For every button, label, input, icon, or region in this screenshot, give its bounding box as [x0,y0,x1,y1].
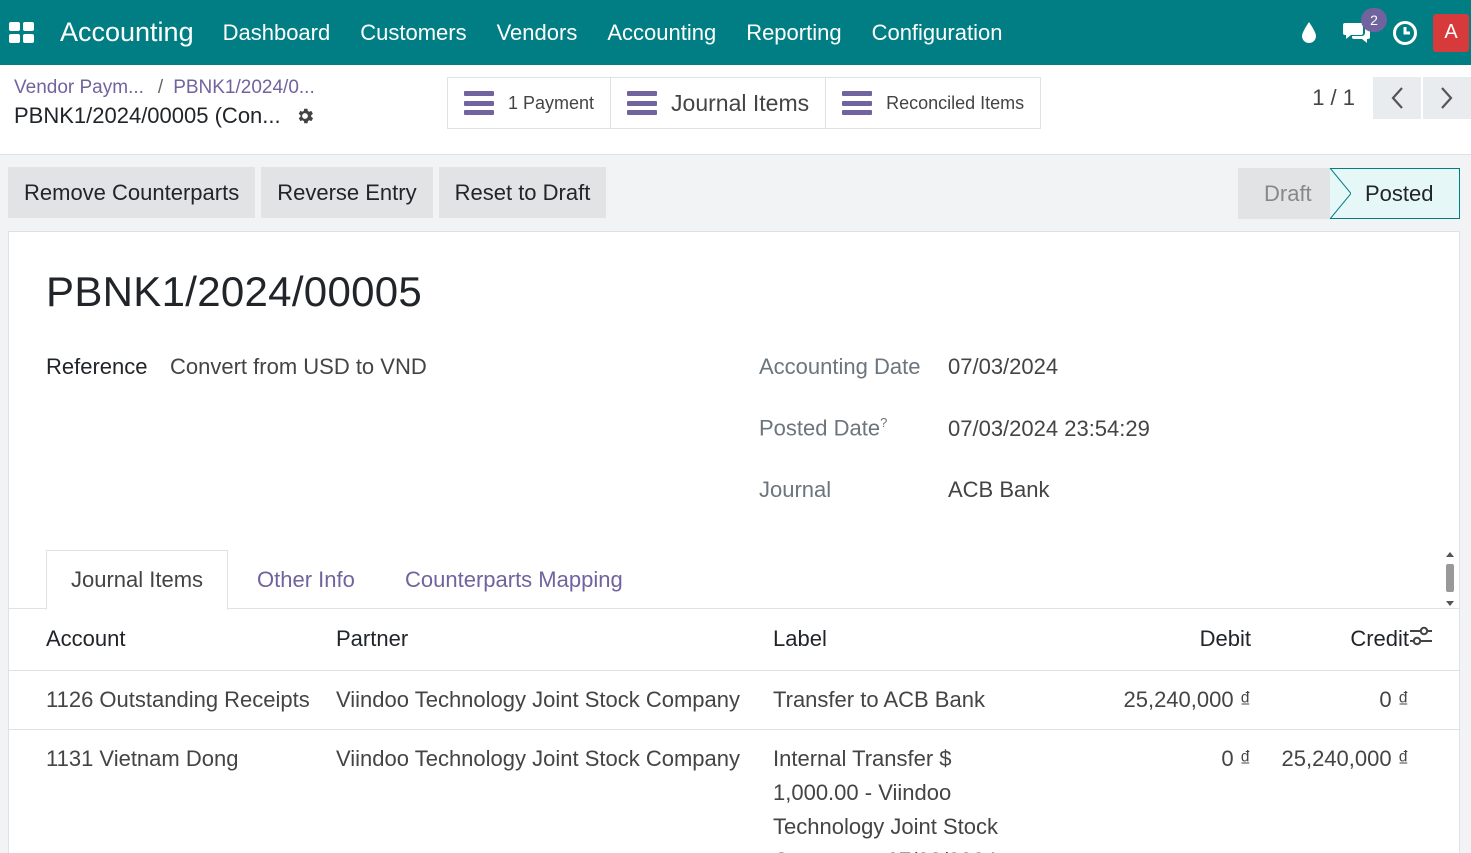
tab-journal-items[interactable]: Journal Items [46,550,229,610]
chevron-left-icon [1391,87,1403,109]
tabs-scrollbar[interactable] [1445,550,1455,606]
payment-smart-button-label: 1 Payment [508,92,595,113]
menu-reporting[interactable]: Reporting [746,20,841,46]
table-row[interactable]: 1131 Vietnam Dong Viindoo Technology Joi… [9,729,1459,853]
pager-value[interactable]: 1 / 1 [1312,85,1355,111]
table-header-row: Account Partner Label Debit Credit [9,609,1459,671]
form-sheet: PBNK1/2024/00005 Reference Convert from … [8,231,1460,853]
pager: 1 / 1 [1312,77,1471,119]
cell-debit[interactable]: 25,240,000 ₫ [1043,670,1251,730]
journal-items-smart-button[interactable]: Journal Items [611,78,827,128]
breadcrumb-parent-link[interactable]: Vendor Paym... [14,77,144,98]
cell-account[interactable]: 1131 Vietnam Dong [9,729,336,853]
optional-columns-toggle[interactable] [1409,609,1459,671]
journal-items-table: Account Partner Label Debit Credit 1126 … [9,609,1459,853]
status-draft[interactable]: Draft [1238,168,1330,219]
top-navbar: Accounting Dashboard Customers Vendors A… [0,0,1471,65]
breadcrumb: Vendor Paym... / PBNK1/2024/0... [14,77,315,99]
smart-buttons: 1 Payment Journal Items Reconciled Items [447,77,1042,129]
sliders-icon [1410,627,1432,646]
cell-partner[interactable]: Viindoo Technology Joint Stock Company [336,729,773,853]
tab-counterparts-mapping[interactable]: Counterparts Mapping [381,550,647,609]
menu-accounting[interactable]: Accounting [607,20,716,46]
record-title: PBNK1/2024/00005 (Con... [14,103,315,129]
pager-previous-button[interactable] [1373,77,1421,119]
payment-smart-button[interactable]: 1 Payment [448,78,612,128]
menu-dashboard[interactable]: Dashboard [223,20,331,46]
accounting-date-value[interactable]: 07/03/2024 [948,354,1058,380]
column-label[interactable]: Label [773,609,1043,671]
cell-empty [1409,729,1459,853]
cell-account[interactable]: 1126 Outstanding Receipts [9,670,336,730]
reconciled-items-smart-button-label: Reconciled Items [886,92,1025,113]
column-debit[interactable]: Debit [1043,609,1251,671]
cell-empty [1409,670,1459,730]
table-row[interactable]: 1126 Outstanding Receipts Viindoo Techno… [9,670,1459,730]
menu-vendors[interactable]: Vendors [497,20,578,46]
list-icon [464,91,494,115]
breadcrumb-separator: / [157,77,164,98]
posted-date-value[interactable]: 07/03/2024 23:54:29 [948,416,1150,442]
record-title-text: PBNK1/2024/00005 (Con... [14,103,281,128]
journal-value[interactable]: ACB Bank [948,477,1050,503]
app-brand[interactable]: Accounting [60,17,194,48]
notebook-tabs: Journal Items Other Info Counterparts Ma… [9,550,1459,610]
column-credit[interactable]: Credit [1251,609,1409,671]
chevron-right-icon [1441,87,1453,109]
reference-label: Reference [46,354,148,379]
apps-menu-icon[interactable] [2,0,40,65]
journal-label: Journal [759,477,832,502]
activity-clock-icon[interactable] [1381,0,1429,65]
messages-icon[interactable]: 2 [1333,0,1387,65]
cell-label[interactable]: Internal Transfer $ 1,000.00 - Viindoo T… [773,729,1043,853]
list-icon [627,91,658,115]
drop-icon[interactable] [1285,0,1333,65]
accounting-date-label: Accounting Date [759,354,921,379]
gear-icon[interactable] [295,106,315,126]
reference-value[interactable]: Convert from USD to VND [170,354,427,380]
cell-debit[interactable]: 0 ₫ [1043,729,1251,853]
column-account[interactable]: Account [9,609,336,671]
menu-configuration[interactable]: Configuration [872,20,1003,46]
reconciled-items-smart-button[interactable]: Reconciled Items [826,78,1041,128]
cell-credit[interactable]: 0 ₫ [1251,670,1409,730]
posted-date-label-text: Posted Date [759,415,881,441]
remove-counterparts-button[interactable]: Remove Counterparts [8,167,256,218]
document-title: PBNK1/2024/00005 [46,268,423,315]
menu-customers[interactable]: Customers [360,20,466,46]
status-arrow-icon [1329,168,1351,219]
cell-credit[interactable]: 25,240,000 ₫ [1251,729,1409,853]
reset-to-draft-button[interactable]: Reset to Draft [438,167,607,218]
column-partner[interactable]: Partner [336,609,773,671]
journal-items-smart-button-label: Journal Items [671,89,810,116]
form-actions: Remove Counterparts Reverse Entry Reset … [8,167,612,218]
cell-label[interactable]: Transfer to ACB Bank [773,670,1043,730]
pager-next-button[interactable] [1423,77,1471,119]
tab-other-info[interactable]: Other Info [233,550,379,609]
breadcrumb-current-link[interactable]: PBNK1/2024/0... [173,77,315,98]
cell-partner[interactable]: Viindoo Technology Joint Stock Company [336,670,773,730]
user-avatar[interactable]: A [1433,13,1469,52]
help-tooltip-icon[interactable]: ? [880,415,887,430]
control-panel: Vendor Paym... / PBNK1/2024/0... PBNK1/202… [0,65,1471,155]
posted-date-label: Posted Date? [759,415,887,441]
reverse-entry-button[interactable]: Reverse Entry [261,167,433,218]
list-icon [842,91,873,115]
